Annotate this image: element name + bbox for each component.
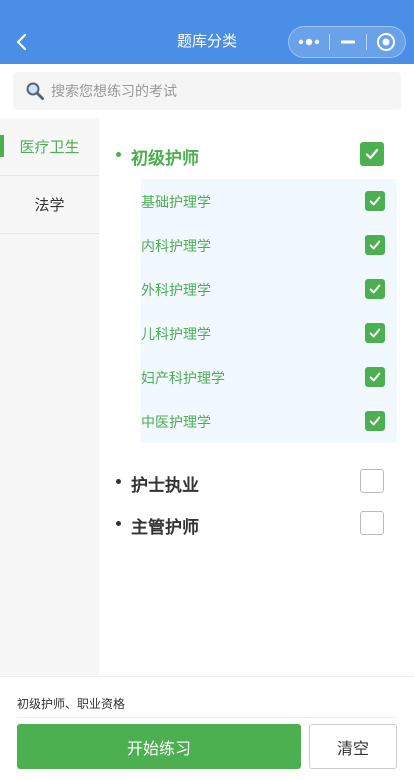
selected-summary: 初级护师、职业资格 [17, 697, 126, 711]
magnifier-icon [26, 82, 44, 100]
checkmark-icon [369, 416, 381, 426]
subcategory-label: 内科护理学 [141, 239, 211, 255]
search-bar: 搜索您想练习的考试 [0, 64, 414, 118]
start-practice-button[interactable]: 开始练习 [17, 724, 301, 769]
target-circle-icon [377, 33, 395, 51]
sidebar-item-label: 医疗卫生 [19, 138, 80, 156]
search-placeholder: 搜索您想练习的考试 [51, 84, 177, 100]
bullet-dot [116, 521, 121, 526]
group-checkbox[interactable] [360, 469, 384, 493]
nav-header: 题库分类 [0, 0, 414, 64]
subcategory-label: 妇产科护理学 [141, 371, 225, 387]
sidebar-item-medical[interactable]: 医疗卫生 [0, 118, 99, 176]
bottom-bar: 初级护师、职业资格 开始练习 清空 [0, 676, 414, 780]
checkmark-icon [369, 240, 381, 250]
subcategory-checkbox[interactable] [365, 235, 385, 255]
subcategory-label: 外科护理学 [141, 283, 211, 299]
group-nurse-practice[interactable]: 护士执业 [99, 461, 414, 503]
minimize-icon [341, 40, 355, 44]
subcategory-label: 儿科护理学 [141, 327, 211, 343]
sidebar-item-label: 法学 [34, 196, 65, 214]
subcategory-item[interactable]: 妇产科护理学 [141, 355, 397, 399]
group-checkbox[interactable] [360, 511, 384, 535]
exam-list: 初级护师 基础护理学 内科护理学 外科护理学 儿科护理学 妇产科护理学 中医护理… [99, 118, 414, 676]
group-junior-nurse[interactable]: 初级护师 [99, 134, 414, 176]
category-sidebar: 医疗卫生 法学 [0, 118, 99, 676]
group-supervisor-nurse[interactable]: 主管护师 [99, 503, 414, 545]
page: 题库分类 搜索您想练习的考试 医疗卫生 法学 初级护师 基础护理学 内科护理学 … [0, 0, 414, 780]
subcategory-item[interactable]: 外科护理学 [141, 267, 397, 311]
more-dots-icon [298, 38, 320, 46]
subcategory-label: 基础护理学 [141, 195, 211, 211]
bullet-dot [116, 152, 121, 157]
subcategory-label: 中医护理学 [141, 415, 211, 431]
search-input[interactable]: 搜索您想练习的考试 [13, 72, 401, 110]
checkmark-icon [365, 148, 379, 160]
subcategory-checkbox[interactable] [365, 411, 385, 431]
group-label: 初级护师 [131, 149, 199, 169]
footer-divider [17, 717, 397, 718]
subcategory-checkbox[interactable] [365, 279, 385, 299]
clear-button[interactable]: 清空 [309, 724, 397, 769]
sidebar-item-law[interactable]: 法学 [0, 176, 99, 234]
subcategory-checkbox[interactable] [365, 323, 385, 343]
group-label: 护士执业 [131, 476, 199, 496]
minimize-button[interactable] [330, 27, 366, 57]
subcategory-checkbox[interactable] [365, 191, 385, 211]
group-checkbox[interactable] [360, 142, 384, 166]
checkmark-icon [369, 196, 381, 206]
close-miniprogram-button[interactable] [367, 27, 405, 57]
group-label: 主管护师 [131, 518, 199, 538]
subcategory-checkbox[interactable] [365, 367, 385, 387]
checkmark-icon [369, 284, 381, 294]
subcategory-item[interactable]: 儿科护理学 [141, 311, 397, 355]
checkmark-icon [369, 372, 381, 382]
bullet-dot [116, 479, 121, 484]
subcategory-item[interactable]: 中医护理学 [141, 399, 397, 443]
subcategory-item[interactable]: 基础护理学 [141, 179, 397, 223]
mini-program-capsule [288, 26, 406, 58]
subcategory-item[interactable]: 内科护理学 [141, 223, 397, 267]
checkmark-icon [369, 328, 381, 338]
more-button[interactable] [289, 27, 329, 57]
subcategory-panel: 基础护理学 内科护理学 外科护理学 儿科护理学 妇产科护理学 中医护理学 [141, 179, 397, 443]
